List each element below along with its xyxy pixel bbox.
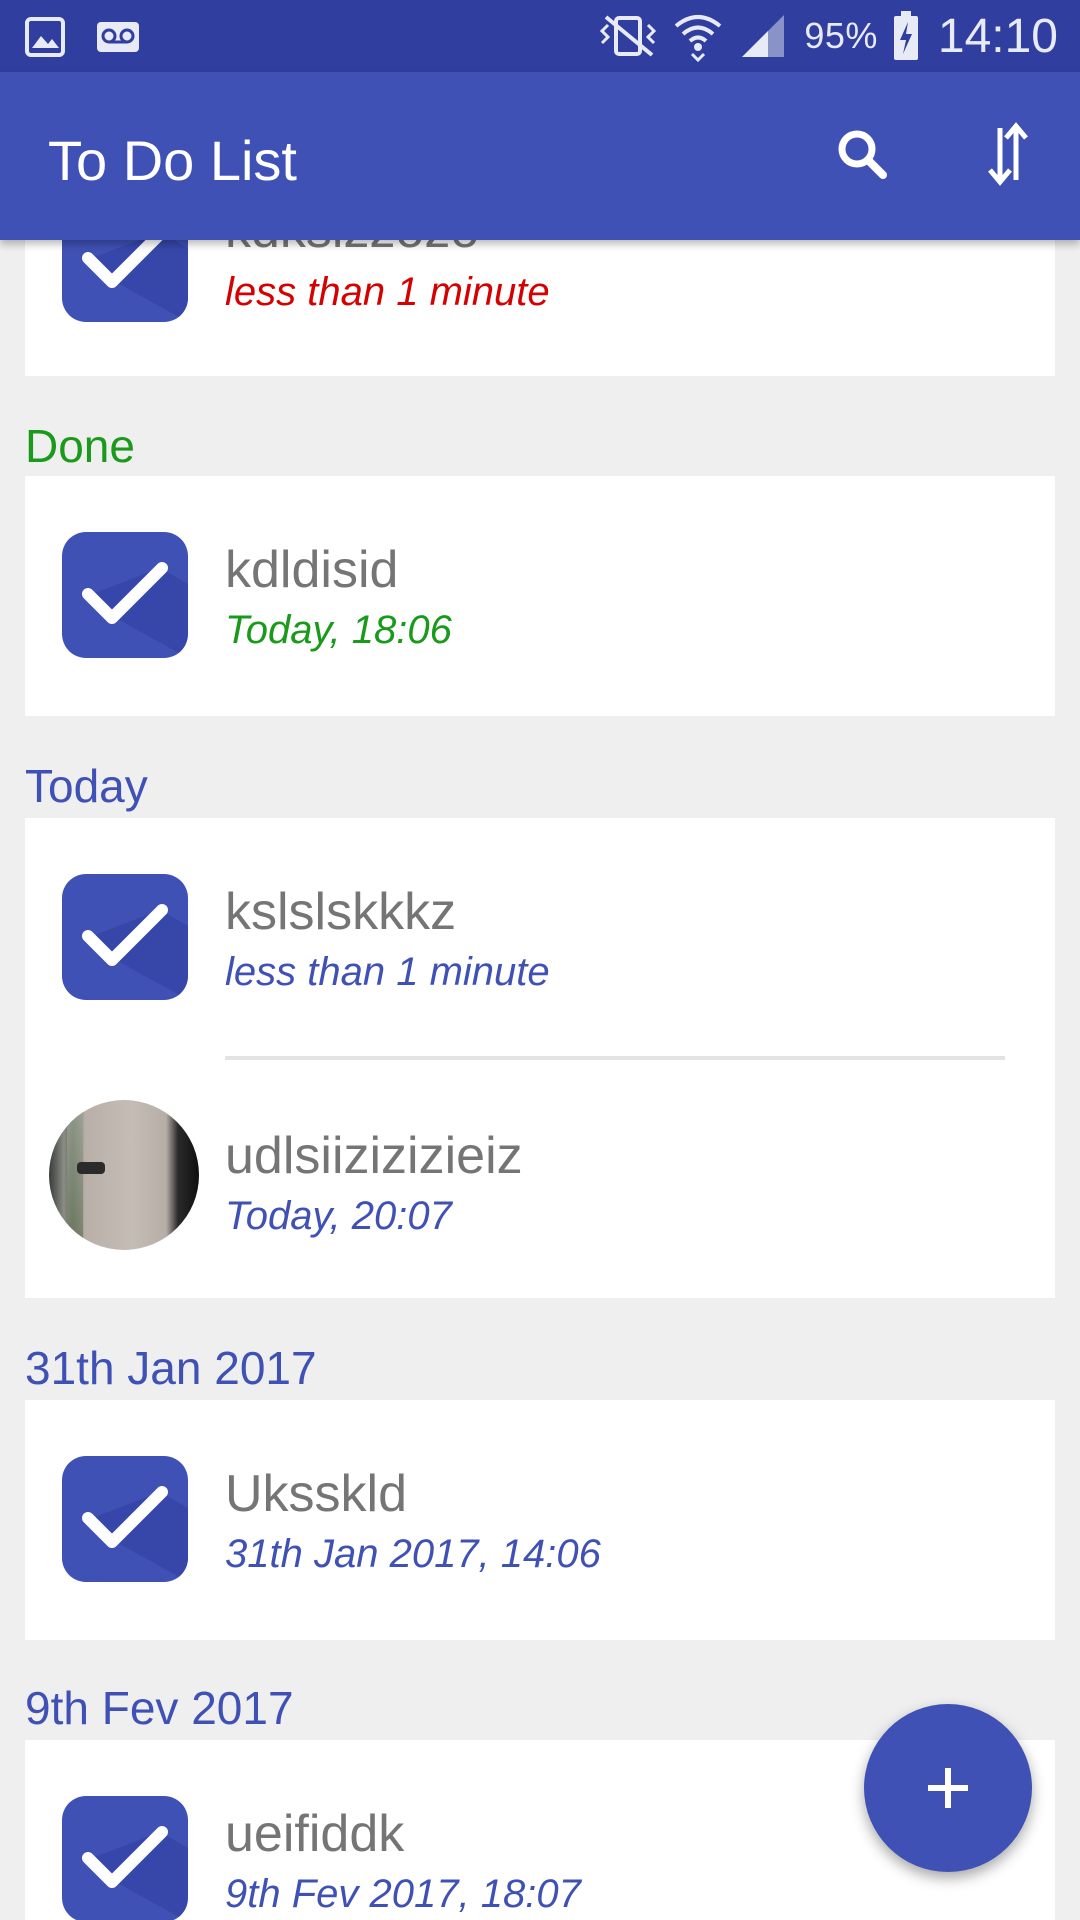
sort-icon: [988, 122, 1028, 186]
task-item[interactable]: udlsiizizizieiz Today, 20:07: [25, 1058, 1055, 1298]
gallery-notification-icon: [25, 17, 65, 57]
checkbox-icon[interactable]: [62, 874, 188, 1000]
task-date: 9th Fev 2017, 18:07: [225, 1872, 581, 1916]
task-title: kslslskkkz: [225, 883, 457, 941]
voicemail-icon: [97, 22, 139, 52]
add-task-button[interactable]: [864, 1704, 1032, 1872]
avatar-window-frame: [67, 1110, 83, 1250]
task-date: less than 1 minute: [225, 950, 550, 994]
sort-button[interactable]: [972, 118, 1044, 190]
section-header: 31th Jan 2017: [25, 1342, 317, 1394]
section-card: kslslskkkz less than 1 minute udlsiizizi…: [25, 818, 1055, 1298]
section-header: Done: [25, 420, 135, 472]
checkbox-icon[interactable]: [62, 1796, 188, 1920]
checkbox-icon[interactable]: [62, 1456, 188, 1582]
checkbox-icon[interactable]: [62, 240, 188, 322]
search-icon: [838, 130, 887, 179]
search-button[interactable]: [826, 118, 898, 190]
task-title: kdldisid: [225, 541, 399, 599]
task-item[interactable]: kdldisid Today, 18:06: [25, 476, 1055, 716]
photo-avatar[interactable]: [49, 1100, 199, 1250]
task-title: ueifiddk: [225, 1805, 405, 1863]
battery-charging-icon: [893, 11, 918, 60]
section-card: Uksskld 31th Jan 2017, 14:06: [25, 1400, 1055, 1640]
section-card: kdldisid Today, 18:06: [25, 476, 1055, 716]
plus-icon: [928, 1768, 968, 1808]
task-title: udlsiizizizieiz: [225, 1127, 523, 1185]
app-bar: To Do List: [0, 72, 1080, 240]
section-card: kdksizzozo less than 1 minute: [25, 240, 1055, 376]
checkbox-icon[interactable]: [62, 532, 188, 658]
section-header: Today: [25, 760, 148, 812]
notification-icons: [24, 16, 140, 58]
task-date: less than 1 minute: [225, 270, 550, 314]
task-item[interactable]: Uksskld 31th Jan 2017, 14:06: [25, 1400, 1055, 1640]
avatar-handle: [77, 1162, 105, 1174]
task-title: Uksskld: [225, 1465, 408, 1523]
task-item[interactable]: kslslskkkz less than 1 minute: [25, 818, 1055, 1058]
clock: 14:10: [937, 9, 1058, 63]
task-title: kdksizzozo: [225, 240, 479, 260]
signal-icon: [742, 15, 785, 57]
section-header: 9th Fev 2017: [25, 1682, 294, 1734]
status-bar: 95% 14:10: [0, 0, 1080, 72]
wifi-icon: [675, 15, 722, 62]
vibrate-icon: [600, 15, 657, 57]
task-list[interactable]: kdksizzozo less than 1 minute Done kdldi…: [0, 240, 1080, 1920]
page-title: To Do List: [48, 129, 297, 192]
task-date: Today, 20:07: [225, 1194, 452, 1238]
battery-percentage: 95%: [804, 15, 878, 56]
task-item[interactable]: kdksizzozo less than 1 minute: [25, 240, 1055, 390]
task-date: Today, 18:06: [225, 608, 452, 652]
task-date: 31th Jan 2017, 14:06: [225, 1532, 601, 1576]
